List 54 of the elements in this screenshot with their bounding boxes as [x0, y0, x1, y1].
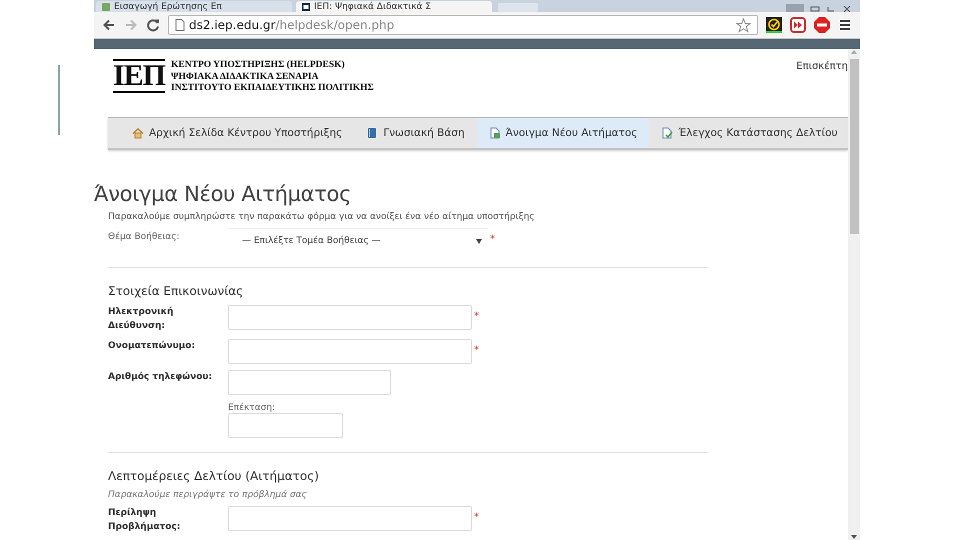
document-check-icon [661, 127, 674, 139]
input-field[interactable] [228, 506, 472, 531]
page-title: Άνοιγμα Νέου Αιτήματος [94, 182, 352, 206]
field-label: Αριθμός τηλεφώνου: [108, 370, 214, 384]
topic-dropdown[interactable]: — Επιλέξτε Τομέα Βοήθειας — [228, 228, 488, 253]
required-marker: * [474, 512, 479, 523]
page-icon [175, 19, 185, 31]
site-title-line: ΨΗΦΙΑΚΑ ΔΙΔΑΚΤΙΚΑ ΣΕΝΑΡΙΑ [171, 72, 320, 83]
section-hint: Παρακαλούμε περιγράψτε το πρόβλημά σας [108, 490, 308, 500]
close-icon[interactable] [842, 6, 852, 12]
browser-tab[interactable]: ΙΕΠ: Ψηφιακά Διδακτικά Σ [296, 1, 492, 12]
browser-tab[interactable]: Εισαγωγή Ερώτησης Επ [96, 1, 292, 12]
field-label: Περίληψη Προβλήματος: [108, 506, 182, 534]
site-title-line: ΙΝΣΤΙΤΟΥΤΟ ΕΚΠΑΙΔΕΥΤΙΚΗΣ ΠΟΛΙΤΙΚΗΣ [171, 83, 374, 94]
field-label: Θέμα Βοήθειας: [108, 230, 181, 244]
input-field[interactable] [228, 305, 472, 330]
maximize-icon[interactable] [826, 6, 836, 12]
nav-tab[interactable]: Άνοιγμα Νέου Αιτήματος [476, 118, 650, 148]
menu-icon[interactable] [838, 18, 852, 32]
book-icon [366, 127, 378, 139]
star-icon[interactable] [736, 18, 751, 32]
input-field[interactable] [228, 413, 343, 438]
back-icon[interactable] [102, 18, 116, 32]
reload-icon[interactable] [146, 18, 160, 32]
site-title-line: ΚΕΝΤΡΟ ΥΠΟΣΤΗΡΙΞΗΣ (HELPDESK) [171, 60, 346, 72]
address-bar[interactable]: ds2.iep.edu.gr/helpdesk/open.php [168, 15, 758, 35]
input-field[interactable] [228, 370, 391, 395]
scrollbar[interactable] [848, 49, 860, 540]
required-marker: * [490, 234, 495, 245]
scroll-down-icon[interactable] [850, 534, 858, 540]
required-marker: * [474, 345, 479, 356]
url-text: ds2.iep.edu.gr/helpdesk/open.php [189, 18, 394, 32]
input-field[interactable] [228, 339, 472, 364]
dropdown-arrow-icon [476, 238, 482, 244]
stop-sign-icon[interactable] [814, 17, 830, 33]
nav-tab[interactable]: Γνωσιακή Βάση [354, 118, 477, 148]
nav-tab[interactable]: Έλεγχος Κατάστασης Δελτίου [649, 118, 848, 148]
field-label: Επέκταση: [228, 403, 276, 413]
user-label: Επισκέπτη [796, 61, 848, 72]
folder-icon [786, 4, 804, 12]
field-label: Ηλεκτρονική Διεύθυνση: [108, 306, 174, 333]
page-icon [102, 2, 110, 10]
section-heading: Στοιχεία Επικοινωνίας [108, 284, 244, 298]
required-marker: * [474, 311, 479, 322]
form-intro: Παρακαλούμε συμπληρώστε την παρακάτω φόρμα για να ανοίξει ένα νέο αίτημα υποστήριξης [108, 212, 536, 222]
field-label: Ονοματεπώνυμο: [108, 340, 196, 353]
document-icon [488, 127, 501, 139]
house-icon [132, 127, 144, 139]
logo: ΙΕΠ [113, 59, 166, 93]
nav-tab[interactable]: Αρχική Σελίδα Κέντρου Υποστήριξης [120, 118, 354, 148]
minimize-icon[interactable] [810, 6, 820, 12]
fast-forward-icon[interactable] [790, 17, 806, 33]
section-heading: Λεπτομέρειες Δελτίου (Αιτήματος) [108, 469, 320, 483]
check-badge-icon[interactable] [766, 17, 782, 33]
